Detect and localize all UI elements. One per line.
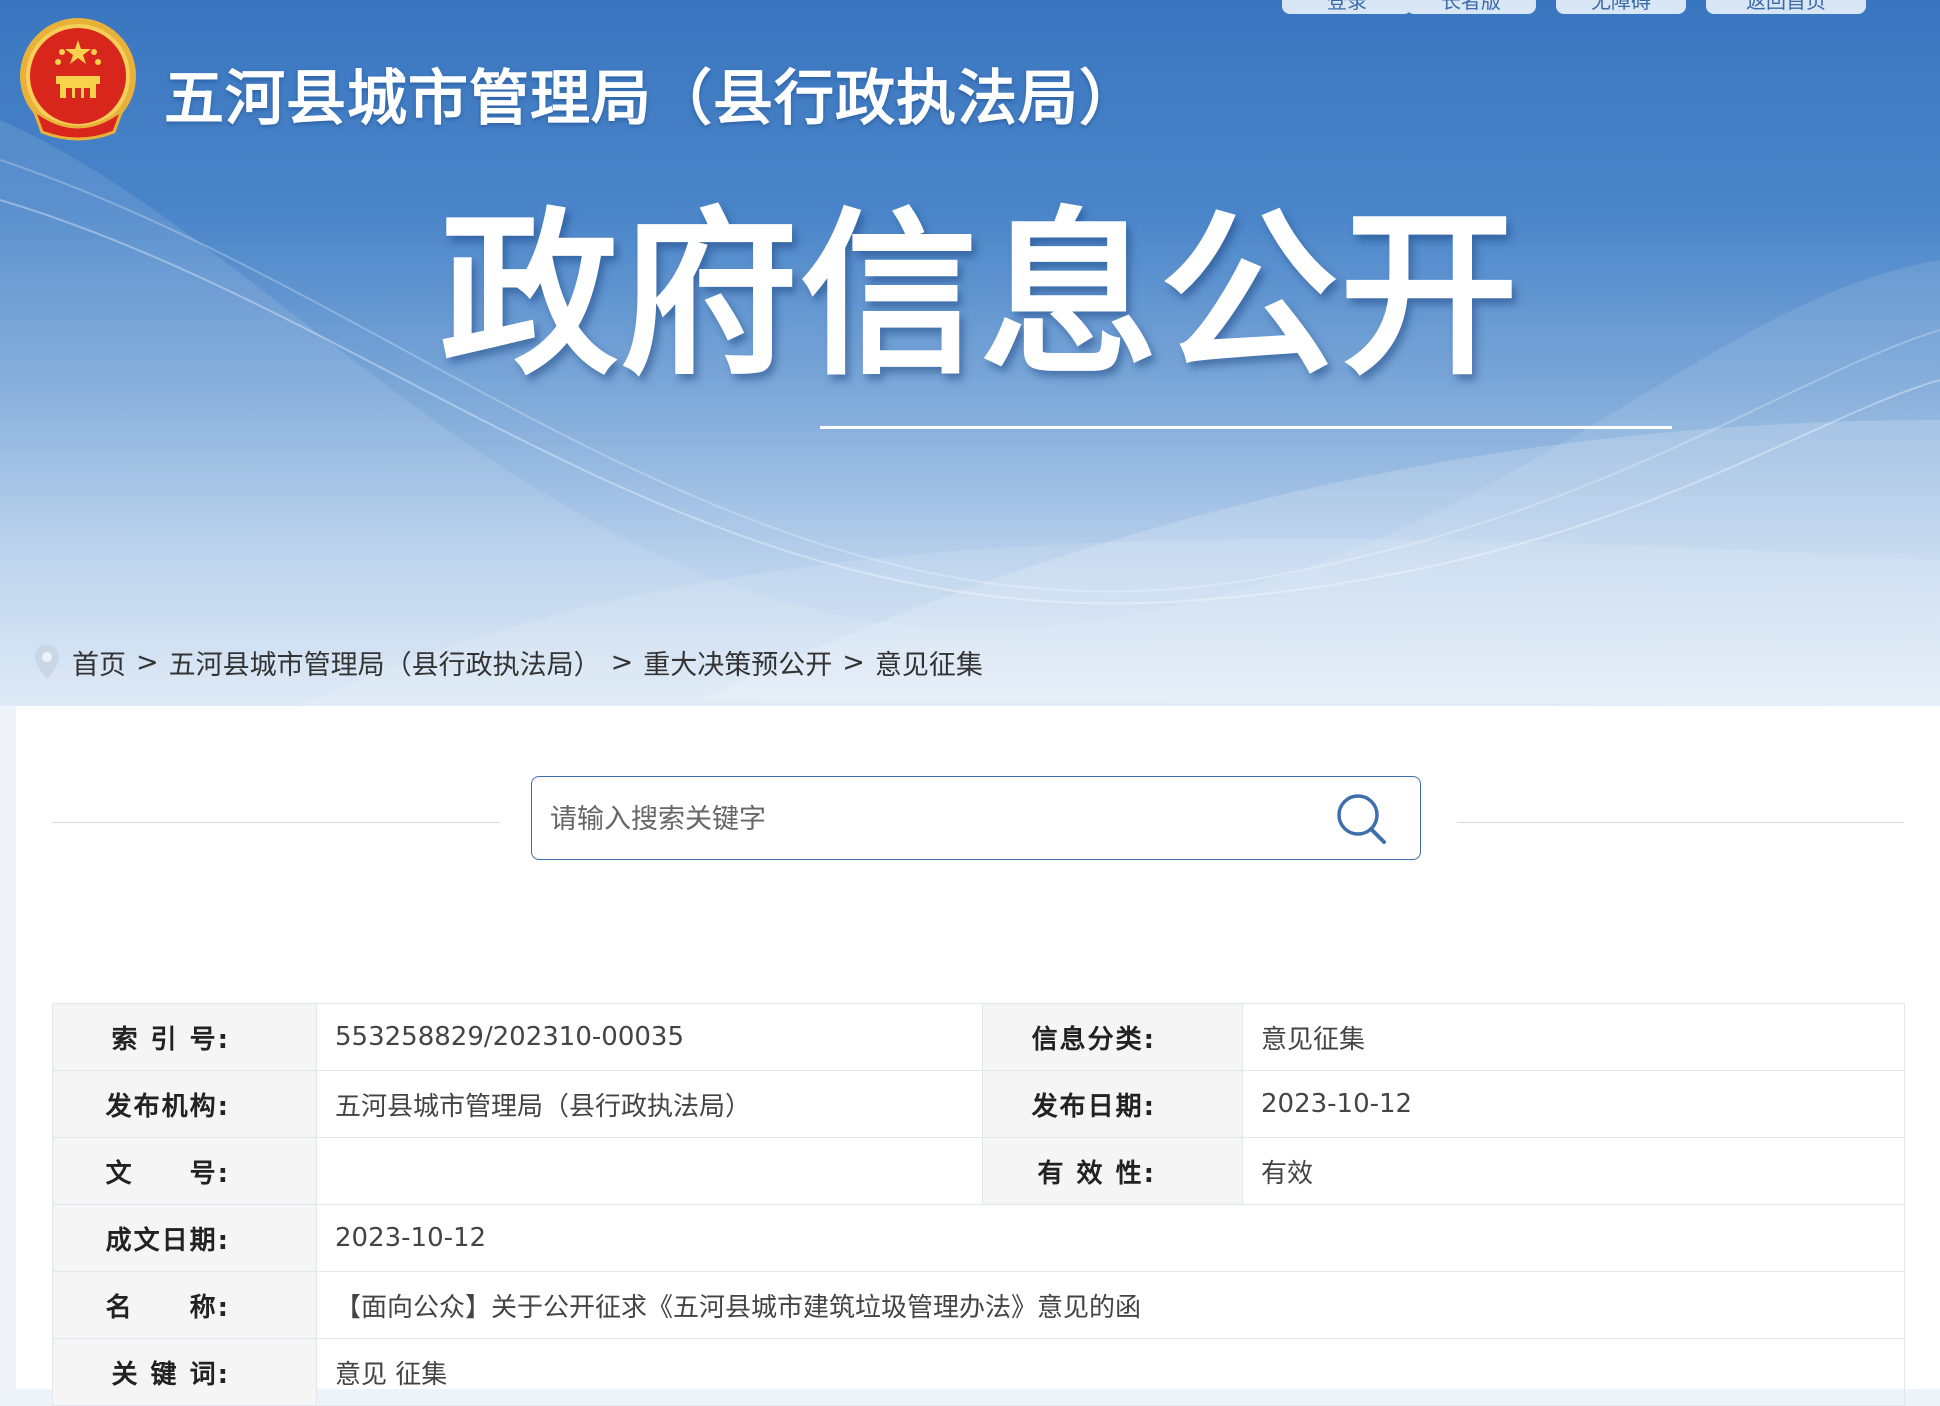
breadcrumb-major-decisions[interactable]: 重大决策预公开 (643, 643, 832, 682)
breadcrumb-separator: > (136, 646, 159, 678)
search-input[interactable] (548, 791, 1332, 847)
docno-label: 文 号: (52, 1137, 317, 1205)
created-value: 2023-10-12 (316, 1204, 1905, 1272)
divider-left (52, 822, 500, 823)
category-value: 意见征集 (1242, 1003, 1905, 1071)
breadcrumb-agency[interactable]: 五河县城市管理局（县行政执法局） (169, 643, 601, 682)
login-button[interactable]: 登录 (1282, 0, 1412, 14)
index-value: 553258829/202310-00035 (316, 1003, 983, 1071)
table-row: 成文日期: 2023-10-12 (52, 1204, 1905, 1272)
breadcrumb-opinion-collection[interactable]: 意见征集 (875, 643, 983, 682)
docno-value (316, 1137, 983, 1205)
table-row: 关 键 词: 意见 征集 (52, 1338, 1905, 1406)
back-home-button[interactable]: 返回首页 (1706, 0, 1866, 14)
hero-title: 政府信息公开 (440, 192, 1520, 399)
keywords-value: 意见 征集 (316, 1338, 1905, 1406)
table-row: 发布机构: 五河县城市管理局（县行政执法局） 发布日期: 2023-10-12 (52, 1070, 1905, 1138)
location-pin-icon (35, 645, 59, 679)
search-section (16, 776, 1940, 866)
name-value: 【面向公众】关于公开征求《五河县城市建筑垃圾管理办法》意见的函 (316, 1271, 1905, 1339)
header-banner: 登录 长者版 无障碍 返回首页 五河县城市管理局（县行政执法局） 政府信息公开 … (0, 0, 1940, 706)
breadcrumb-separator: > (842, 646, 865, 678)
publisher-label: 发布机构: (52, 1070, 317, 1138)
validity-label: 有 效 性: (982, 1137, 1243, 1205)
keywords-label: 关 键 词: (52, 1338, 317, 1406)
publisher-value: 五河县城市管理局（县行政执法局） (316, 1070, 983, 1138)
name-label: 名 称: (52, 1271, 317, 1339)
hero-underline (820, 426, 1672, 429)
category-label: 信息分类: (982, 1003, 1243, 1071)
pubdate-label: 发布日期: (982, 1070, 1243, 1138)
created-label: 成文日期: (52, 1204, 317, 1272)
table-row: 文 号: 有 效 性: 有效 (52, 1137, 1905, 1205)
divider-right (1457, 822, 1904, 823)
content-card: 索 引 号: 553258829/202310-00035 信息分类: 意见征集… (16, 706, 1940, 1406)
info-table: 索 引 号: 553258829/202310-00035 信息分类: 意见征集… (52, 1003, 1905, 1406)
accessibility-button[interactable]: 无障碍 (1556, 0, 1686, 14)
index-label: 索 引 号: (52, 1003, 317, 1071)
breadcrumb-home[interactable]: 首页 (72, 643, 126, 682)
validity-value: 有效 (1242, 1137, 1905, 1205)
search-box (531, 776, 1421, 860)
pubdate-value: 2023-10-12 (1242, 1070, 1905, 1138)
table-row: 名 称: 【面向公众】关于公开征求《五河县城市建筑垃圾管理办法》意见的函 (52, 1271, 1905, 1339)
site-title: 五河县城市管理局（县行政执法局） (164, 64, 1140, 134)
national-emblem-icon (20, 18, 136, 141)
search-icon[interactable] (1334, 791, 1390, 847)
elder-version-button[interactable]: 长者版 (1406, 0, 1536, 14)
breadcrumb: 首页 > 五河县城市管理局（县行政执法局） > 重大决策预公开 > 意见征集 (34, 642, 983, 682)
breadcrumb-separator: > (610, 646, 634, 678)
table-row: 索 引 号: 553258829/202310-00035 信息分类: 意见征集 (52, 1003, 1905, 1071)
